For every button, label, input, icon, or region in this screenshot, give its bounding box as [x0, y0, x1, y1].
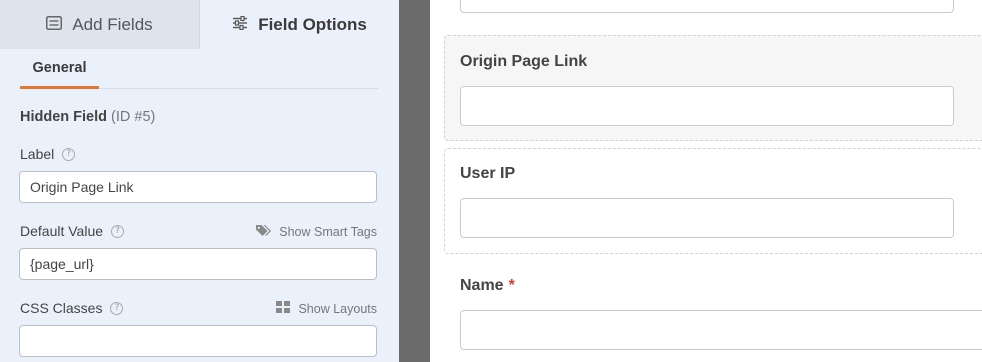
tab-field-options-label: Field Options [258, 14, 367, 34]
layout-grid-icon [276, 301, 298, 316]
tab-field-options[interactable]: Field Options [200, 0, 399, 49]
preview-field-label: Name * [460, 277, 515, 295]
show-smart-tags-label: Show Smart Tags [279, 225, 377, 239]
preview-field-input[interactable] [460, 198, 954, 238]
css-classes-option-text: CSS Classes [20, 300, 103, 316]
default-value-input[interactable]: {page_url} [19, 248, 377, 280]
label-input[interactable]: Origin Page Link [19, 171, 377, 203]
list-icon [46, 15, 72, 35]
preview-field-input[interactable] [460, 310, 982, 350]
tab-general[interactable]: General [20, 49, 99, 89]
help-icon[interactable]: ? [62, 147, 76, 161]
form-preview: Origin Page Link User IP Name * [430, 0, 982, 362]
sliders-icon [232, 15, 258, 35]
help-icon[interactable]: ? [111, 224, 125, 238]
field-title: Hidden Field (ID #5) [20, 109, 155, 125]
preview-field-user-ip[interactable]: User IP [444, 148, 982, 254]
show-layouts-link[interactable]: Show Layouts [276, 301, 377, 316]
css-classes-option-label: CSS Classes ? [20, 300, 124, 316]
tab-add-fields-label: Add Fields [72, 14, 153, 34]
tab-add-fields[interactable]: Add Fields [0, 0, 200, 49]
options-subtabs: General [20, 49, 378, 89]
field-id: (ID #5) [111, 109, 156, 125]
preview-field-input[interactable] [460, 86, 954, 126]
panel-divider [399, 0, 430, 362]
preview-field-label: Origin Page Link [460, 53, 588, 70]
preview-field-origin-page-link[interactable]: Origin Page Link [444, 35, 982, 141]
label-option-label: Label ? [20, 146, 76, 162]
field-type-name: Hidden Field [20, 109, 107, 125]
field-options-panel: Add Fields Field Options General Hidden … [0, 0, 399, 362]
css-classes-input[interactable] [19, 325, 377, 357]
tag-icon [255, 224, 279, 240]
show-smart-tags-link[interactable]: Show Smart Tags [255, 224, 377, 240]
preview-field-name[interactable]: Name * [444, 260, 982, 362]
default-value-option-label: Default Value ? [20, 223, 125, 239]
panel-tabs: Add Fields Field Options [0, 0, 399, 49]
show-layouts-label: Show Layouts [298, 301, 377, 316]
label-option-text: Label [20, 146, 55, 162]
required-marker: * [508, 277, 515, 294]
name-label-text: Name [460, 277, 504, 294]
help-icon[interactable]: ? [110, 301, 124, 315]
default-value-option-text: Default Value [20, 223, 104, 239]
previous-field-input[interactable] [460, 0, 954, 13]
preview-field-label: User IP [460, 165, 516, 182]
